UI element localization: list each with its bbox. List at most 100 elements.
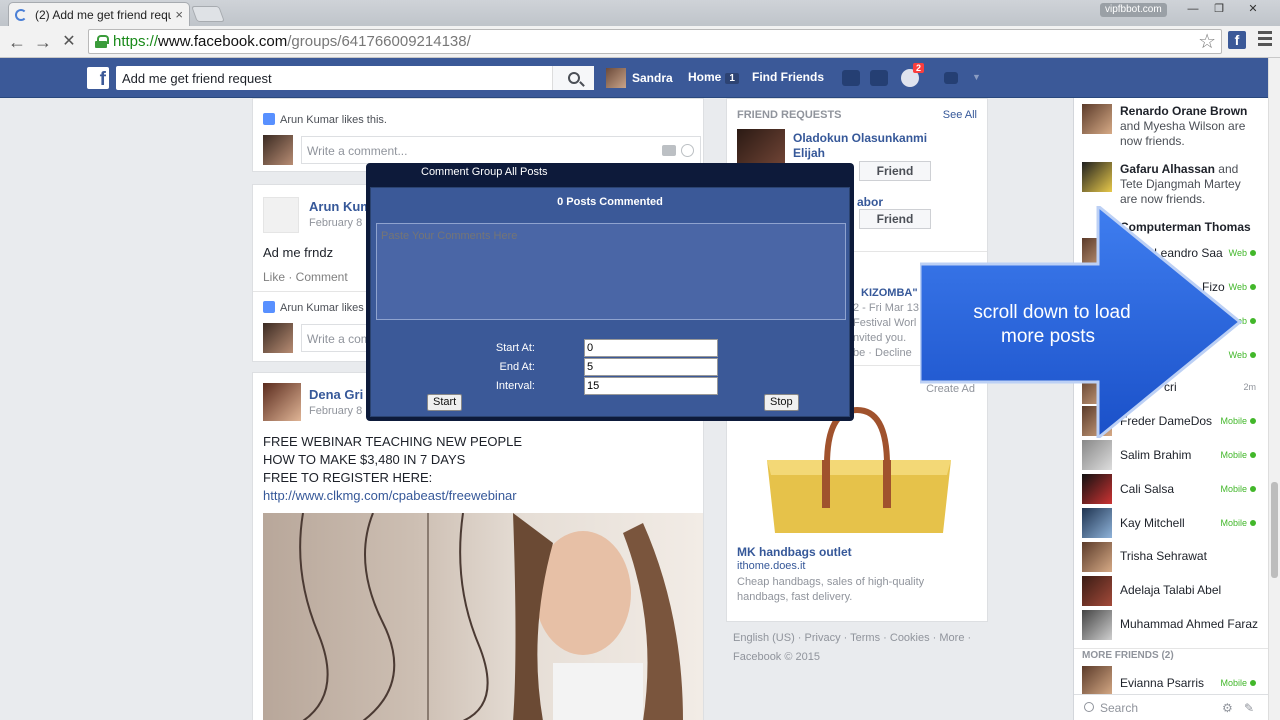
chat-status: Mobile (1220, 518, 1256, 528)
tab-close-icon[interactable]: × (175, 7, 183, 22)
post-text: Ad me frndz (263, 245, 334, 260)
new-tab-button[interactable] (191, 6, 225, 22)
start-at-input[interactable] (584, 339, 718, 357)
post-author[interactable]: Arun Kum (309, 199, 372, 214)
page-scrollbar[interactable] (1268, 58, 1280, 720)
stop-button[interactable]: Stop (764, 394, 799, 411)
interval-input[interactable] (584, 377, 718, 395)
search-icon (1084, 702, 1094, 712)
facebook-search[interactable]: Add me get friend request (116, 66, 594, 90)
comments-textarea[interactable] (376, 223, 846, 320)
post-author[interactable]: Dena Gri (309, 387, 363, 402)
chat-contact-name[interactable]: Evianna Psarris (1120, 676, 1204, 690)
footer-links[interactable]: English (US) · Privacy · Terms · Cookies… (733, 632, 971, 644)
back-arrow-icon[interactable]: ← (6, 31, 28, 53)
chat-search-bar[interactable]: Search ⚙ ✎ (1074, 694, 1268, 720)
friend-requests-title: FRIEND REQUESTS (737, 109, 842, 121)
find-friends-link[interactable]: Find Friends (752, 70, 824, 84)
like-thumb-icon (263, 301, 275, 313)
event-actions[interactable]: be · Decline (853, 347, 912, 359)
scrollbar-thumb[interactable] (1271, 482, 1278, 578)
friend-requests-icon[interactable] (842, 70, 860, 86)
chat-contact-name[interactable]: Trisha Sehrawat (1120, 549, 1207, 563)
feed-post: Dena Gri February 8 FREE WEBINAR TEACHIN… (252, 372, 704, 720)
post-date[interactable]: February 8 (309, 217, 362, 229)
browser-tab[interactable]: (2) Add me get friend requ × (8, 2, 190, 26)
emoji-icon[interactable] (681, 144, 694, 157)
event-title[interactable]: KIZOMBA" (861, 287, 918, 299)
likes-text: Arun Kumar likes this. (280, 114, 387, 126)
post-line: FREE TO REGISTER HERE: (263, 470, 433, 485)
ad-domain[interactable]: ithome.does.it (737, 560, 805, 572)
browser-menu-icon[interactable] (1258, 31, 1272, 49)
chat-settings-icon[interactable]: ⚙ (1222, 701, 1233, 715)
footer-copyright: Facebook © 2015 (733, 651, 820, 663)
forward-arrow-icon[interactable]: → (32, 31, 54, 53)
bookmark-star-icon[interactable]: ☆ (1198, 29, 1216, 54)
lock-icon (95, 35, 109, 48)
avatar (1082, 542, 1112, 572)
likes-line: Arun Kumar likes (263, 301, 364, 314)
post-line: FREE WEBINAR TEACHING NEW PEOPLE (263, 434, 523, 449)
post-link[interactable]: http://www.clkmg.com/cpabeast/freewebina… (263, 487, 522, 505)
close-window-button[interactable]: ✕ (1232, 1, 1274, 17)
new-message-icon[interactable]: ✎ (1244, 701, 1254, 715)
facebook-extension-icon[interactable]: f (1228, 31, 1246, 49)
avatar (263, 323, 293, 353)
end-at-input[interactable] (584, 358, 718, 376)
comment-group-dialog: Comment Group All Posts 0 Posts Commente… (366, 163, 854, 421)
more-friends-heading: MORE FRIENDS (2) (1082, 650, 1174, 661)
friend-request-name[interactable]: abor (857, 195, 883, 209)
event-date: 2 - Fri Mar 13 (853, 302, 920, 314)
facebook-logo-icon[interactable]: f (87, 67, 109, 90)
chat-contact-name[interactable]: Adelaja Talabi Abel (1120, 583, 1221, 597)
add-friend-button[interactable]: Friend (859, 161, 931, 181)
scroll-hint-arrow: scroll down to load more posts (920, 206, 1243, 438)
account-settings-chevron-icon[interactable]: ▼ (972, 72, 981, 82)
profile-link[interactable]: Sandra (606, 68, 673, 88)
camera-icon[interactable] (662, 145, 676, 156)
avatar (606, 68, 626, 88)
chat-search-placeholder: Search (1100, 701, 1139, 715)
dialog-title: Comment Group All Posts (421, 166, 548, 178)
avatar (263, 197, 299, 233)
post-actions[interactable]: Like · Comment (263, 270, 348, 284)
notifications-count-badge: 2 (913, 63, 925, 73)
comment-input[interactable]: Write a comment... (301, 136, 701, 164)
messages-icon[interactable] (870, 70, 888, 86)
ticker-name: Gafaru Alhassan (1120, 162, 1215, 176)
tab-title: (2) Add me get friend requ (35, 7, 172, 22)
dialog-body: 0 Posts Commented Start At: End At: Inte… (370, 187, 850, 417)
search-input[interactable]: Add me get friend request (116, 71, 552, 86)
friend-request-name[interactable]: Oladokun Olasunkanmi Elijah (793, 131, 953, 161)
stop-loading-icon[interactable]: ✕ (58, 31, 80, 53)
home-link[interactable]: Home 1 (688, 70, 739, 84)
post-body: FREE WEBINAR TEACHING NEW PEOPLE HOW TO … (263, 433, 522, 505)
post-footer: Arun Kumar likes this. Write a comment..… (252, 98, 704, 172)
maximize-button[interactable]: ❐ (1206, 1, 1232, 17)
minimize-button[interactable]: — (1180, 1, 1206, 17)
avatar (1082, 610, 1112, 640)
home-count-badge: 1 (725, 73, 739, 84)
chat-contact-name[interactable]: Muhammad Ahmed Faraz (1120, 617, 1258, 631)
end-at-label: End At: (499, 361, 535, 373)
chat-contact-name[interactable]: Kay Mitchell (1120, 516, 1185, 530)
address-bar[interactable]: https:// www.facebook.com /groups/641766… (88, 29, 1222, 54)
chat-contact-name[interactable]: Salim Brahim (1120, 448, 1191, 462)
ticker-item[interactable]: Gafaru Alhassan and Tete Djangmah Martey… (1120, 162, 1260, 207)
search-button[interactable] (552, 66, 594, 90)
ad-title[interactable]: MK handbags outlet (737, 545, 852, 559)
avatar (1082, 576, 1112, 606)
see-all-link[interactable]: See All (943, 109, 977, 121)
start-button[interactable]: Start (427, 394, 463, 411)
browser-toolbar: ← → ✕ https:// www.facebook.com /groups/… (0, 26, 1280, 58)
url-host: www.facebook.com (158, 33, 288, 50)
privacy-shortcuts-icon[interactable] (944, 72, 958, 84)
avatar (1082, 104, 1112, 134)
post-photo[interactable] (263, 513, 703, 720)
avatar (263, 383, 301, 421)
browser-tab-strip: (2) Add me get friend requ × vipfbbot.co… (0, 0, 1280, 26)
post-date[interactable]: February 8 (309, 405, 362, 417)
chat-contact-name[interactable]: Cali Salsa (1120, 482, 1174, 496)
ticker-item[interactable]: Renardo Orane Brown and Myesha Wilson ar… (1120, 104, 1260, 149)
